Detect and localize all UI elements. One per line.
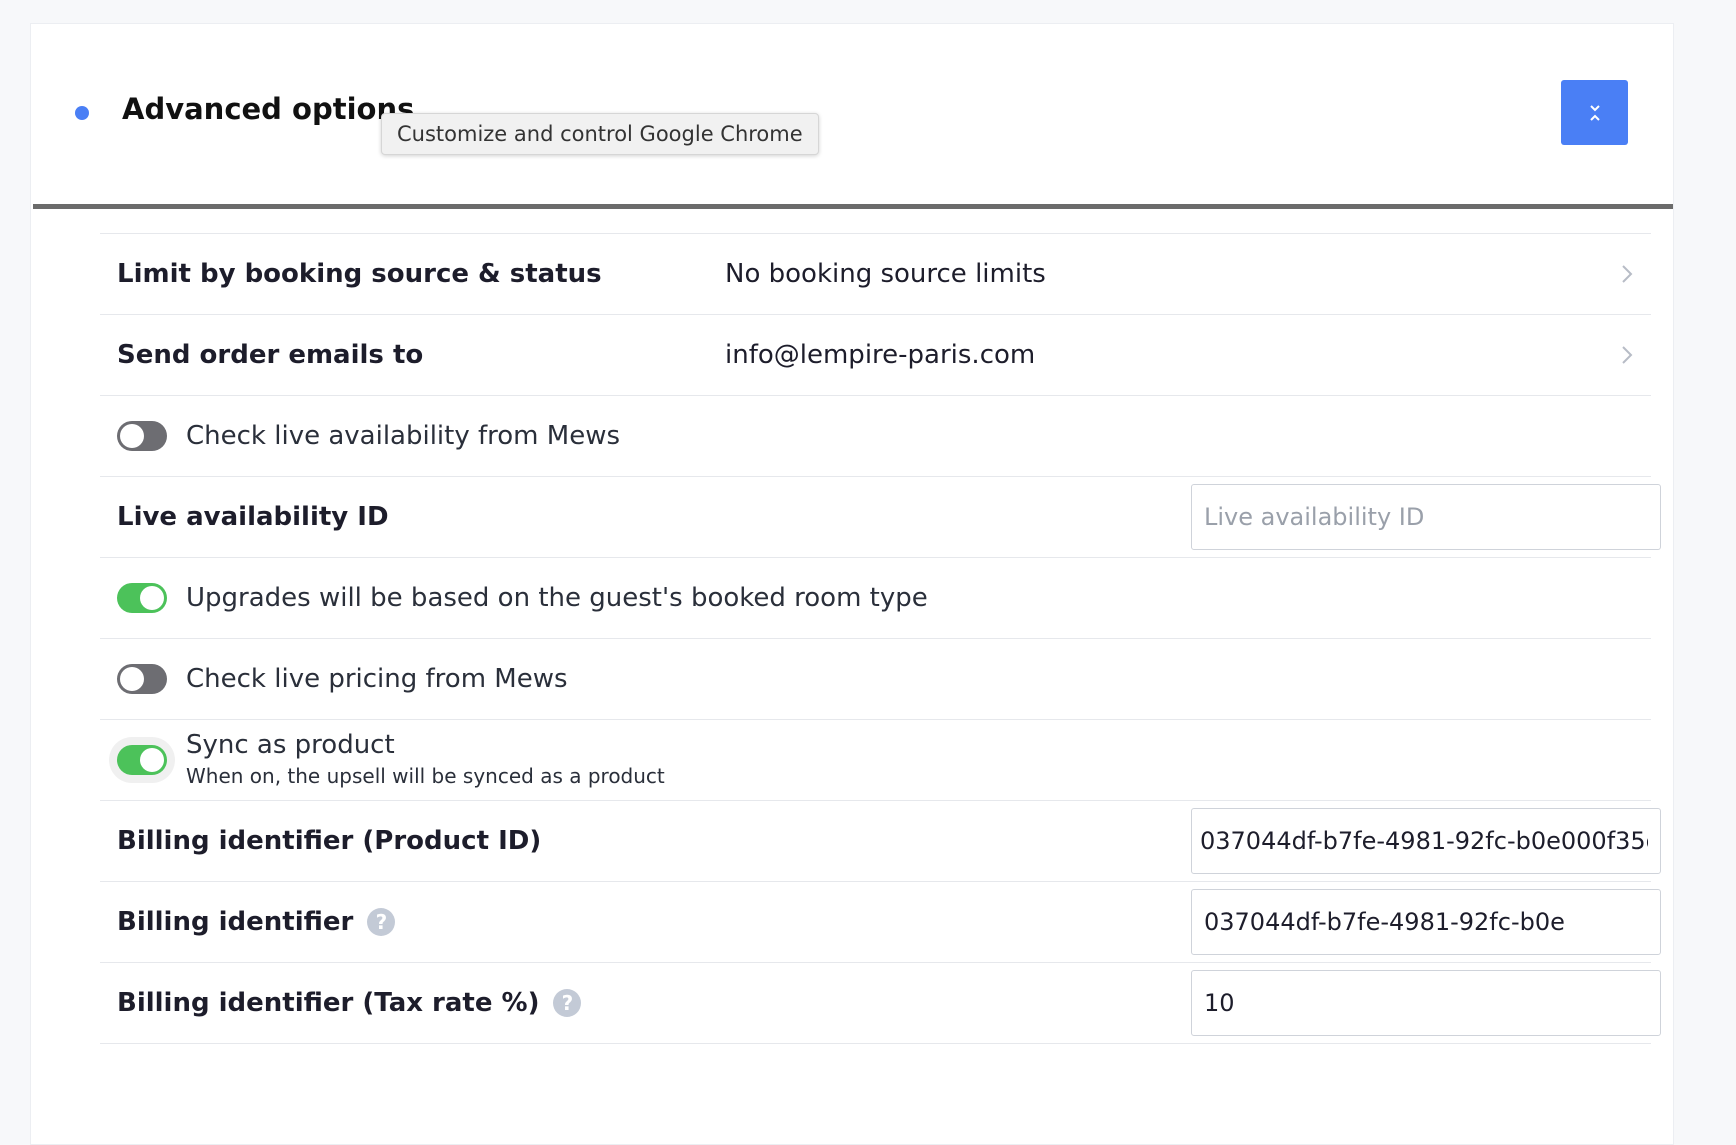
- billing-identifier-label-text: Billing identifier: [117, 907, 354, 937]
- chevrons-collapse-icon: [1588, 103, 1602, 123]
- billing-identifier-input[interactable]: [1191, 889, 1661, 955]
- toggle-knob: [120, 424, 144, 448]
- billing-identifier-label: Billing identifier ?: [117, 907, 396, 937]
- help-circle-icon[interactable]: ?: [367, 908, 396, 936]
- billing-tax-rate-label-text: Billing identifier (Tax rate %): [117, 988, 540, 1018]
- sync-product-text: Sync as product When on, the upsell will…: [186, 730, 665, 788]
- billing-tax-rate-input[interactable]: [1191, 970, 1661, 1036]
- billing-product-id-label: Billing identifier (Product ID): [117, 826, 542, 856]
- advanced-options-card: Advanced options Customize and control G…: [30, 23, 1674, 1145]
- live-pricing-toggle-label: Check live pricing from Mews: [186, 664, 568, 694]
- collapse-button[interactable]: [1561, 80, 1628, 145]
- row-upgrades-toggle: Upgrades will be based on the guest's bo…: [100, 558, 1651, 639]
- header-divider: [33, 204, 1673, 209]
- sync-product-toggle[interactable]: [117, 745, 167, 775]
- row-live-availability-toggle: Check live availability from Mews: [100, 396, 1651, 477]
- booking-source-label: Limit by booking source & status: [117, 259, 602, 289]
- booking-source-value: No booking source limits: [725, 259, 1046, 289]
- row-billing-product-id: Billing identifier (Product ID): [100, 801, 1661, 882]
- chevron-right-icon: [1622, 346, 1633, 364]
- live-pricing-toggle[interactable]: [117, 664, 167, 694]
- section-header: Advanced options: [31, 24, 1673, 204]
- row-sync-product-toggle: Sync as product When on, the upsell will…: [100, 720, 1651, 801]
- browser-tooltip: Customize and control Google Chrome: [381, 113, 819, 155]
- row-live-pricing-toggle: Check live pricing from Mews: [100, 639, 1651, 720]
- live-availability-id-input[interactable]: [1191, 484, 1661, 550]
- order-emails-label: Send order emails to: [117, 340, 424, 370]
- toggle-knob: [120, 667, 144, 691]
- sync-product-label: Sync as product: [186, 730, 395, 760]
- chevron-right-icon: [1622, 265, 1633, 283]
- row-booking-source[interactable]: Limit by booking source & status No book…: [100, 233, 1651, 315]
- upgrades-toggle[interactable]: [117, 583, 167, 613]
- billing-product-id-input[interactable]: [1191, 808, 1661, 874]
- help-circle-icon[interactable]: ?: [553, 989, 582, 1017]
- row-live-availability-id: Live availability ID: [100, 477, 1661, 558]
- row-billing-identifier: Billing identifier ?: [100, 882, 1661, 963]
- live-availability-id-label: Live availability ID: [117, 502, 389, 532]
- options-list: Limit by booking source & status No book…: [100, 233, 1661, 1044]
- status-dot-icon: [75, 106, 89, 120]
- upgrades-toggle-label: Upgrades will be based on the guest's bo…: [186, 583, 928, 613]
- row-billing-tax-rate: Billing identifier (Tax rate %) ?: [100, 963, 1661, 1044]
- order-emails-value: info@lempire-paris.com: [725, 340, 1036, 370]
- billing-tax-rate-label: Billing identifier (Tax rate %) ?: [117, 988, 582, 1018]
- live-availability-toggle-label: Check live availability from Mews: [186, 421, 621, 451]
- live-availability-toggle[interactable]: [117, 421, 167, 451]
- row-order-emails[interactable]: Send order emails to info@lempire-paris.…: [100, 315, 1651, 396]
- sync-product-description: When on, the upsell will be synced as a …: [186, 764, 665, 788]
- toggle-knob: [140, 748, 164, 772]
- section-title: Advanced options: [122, 92, 415, 126]
- toggle-knob: [140, 586, 164, 610]
